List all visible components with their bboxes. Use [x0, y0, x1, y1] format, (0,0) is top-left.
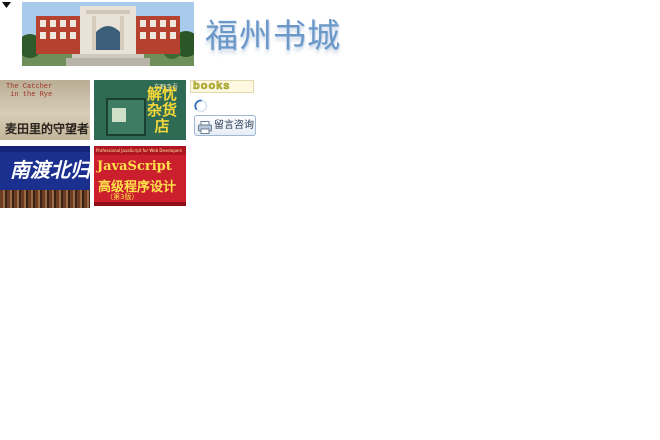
site-title: 福州书城 [205, 16, 341, 55]
book-cover-javascript-advanced[interactable]: Professional JavaScript for Web Develope… [94, 146, 186, 206]
book-cover-jieyou-zahuodian[interactable]: 东野圭吾 解忧杂货店 [94, 80, 186, 140]
cover-bottom-band [94, 202, 186, 206]
banner-image [22, 2, 194, 66]
cover-band [0, 146, 90, 152]
book-subtitle-en: Professional JavaScript for Web Develope… [96, 148, 183, 153]
books-logo-text: books [193, 80, 231, 92]
cover-crowd-photo [0, 190, 90, 208]
book-cover-nandu-beigui[interactable]: 南渡北归 [0, 146, 90, 208]
consult-button[interactable]: 留言咨询 [194, 115, 256, 136]
printer-icon [198, 119, 212, 134]
books-logo[interactable]: books [190, 80, 254, 93]
book-title-en: The Catcher in the Rye [6, 83, 53, 99]
consult-button-label: 留言咨询 [214, 120, 254, 131]
book-title-cn: 解忧杂货店 [146, 85, 177, 135]
book-edition: （第3版） [106, 193, 139, 201]
cover-window-figure [112, 108, 126, 122]
book-title-js: JavaScript [97, 159, 172, 174]
spinner-icon [194, 98, 208, 113]
book-title-cn: 麦田里的守望者 [5, 122, 90, 136]
book-cover-catcher-in-the-rye[interactable]: The Catcher in the Rye 麦田里的守望者 [0, 80, 90, 140]
book-title-cn: 南渡北归 [10, 158, 90, 182]
menu-toggle-icon[interactable] [2, 2, 11, 8]
